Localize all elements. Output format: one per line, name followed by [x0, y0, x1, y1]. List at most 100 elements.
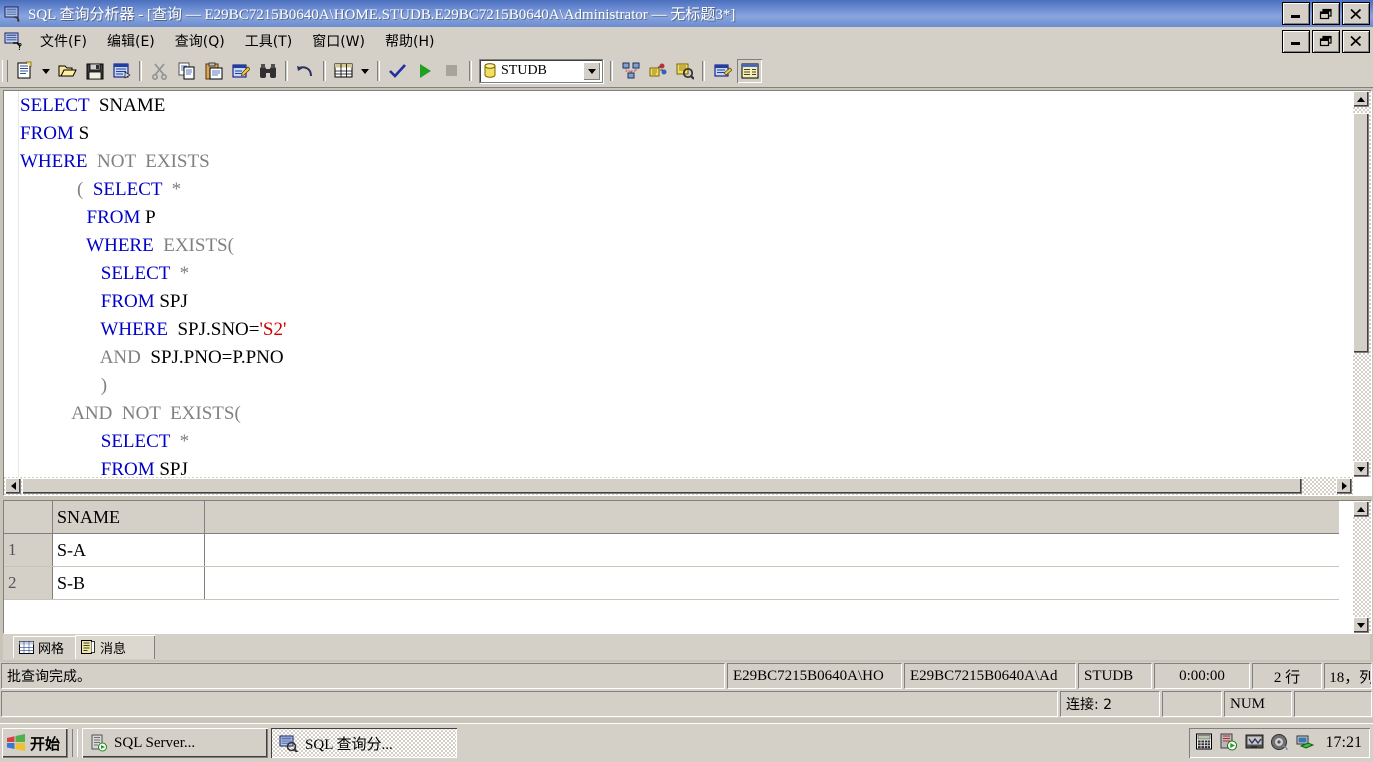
close-button[interactable]	[1342, 2, 1370, 25]
scroll-right-arrow-icon[interactable]	[1336, 478, 1352, 494]
object-search-icon[interactable]	[737, 59, 762, 83]
results-vertical-scrollbar[interactable]	[1353, 501, 1371, 633]
mdi-restore-button[interactable]	[1312, 29, 1340, 53]
database-selected-value: STUDB	[501, 63, 547, 78]
play-green-icon[interactable]	[412, 59, 437, 83]
results-mode-dropdown-chevron-down-icon[interactable]	[358, 59, 372, 83]
sql-token: *	[179, 431, 190, 452]
row-number-cell[interactable]: 2	[4, 566, 53, 600]
sql-token: WHERE	[20, 151, 88, 172]
results-grid-icon[interactable]	[331, 59, 356, 83]
execution-plan-icon[interactable]	[618, 59, 643, 83]
toolbar-separator	[139, 61, 142, 81]
svg-text:?: ?	[17, 42, 22, 51]
tab-grid-label: 网格	[38, 641, 65, 657]
results-scroll-up-arrow-icon[interactable]	[1353, 501, 1369, 517]
undo-arrow-icon[interactable]	[293, 59, 318, 83]
new-query-dropdown-chevron-down-icon[interactable]	[39, 59, 53, 83]
status-caps-indicator	[1162, 691, 1222, 717]
toolbar-separator	[702, 61, 705, 81]
window-title: SQL 查询分析器 - [查询 — E29BC7215B0640A\HOME.S…	[28, 7, 736, 23]
sql-token: SELECT	[20, 95, 90, 116]
desktop: SQL 查询分析器 - [查询 — E29BC7215B0640A\HOME.S…	[0, 0, 1373, 762]
sql-line: WHERE EXISTS(	[20, 232, 1351, 260]
database-combobox[interactable]: STUDB	[479, 59, 603, 83]
minimize-button[interactable]	[1282, 2, 1310, 25]
sql-token: AND NOT EXISTS(	[71, 403, 241, 424]
results-scroll-down-arrow-icon[interactable]	[1353, 617, 1369, 633]
new-query-icon[interactable]	[12, 59, 37, 83]
clear-window-icon[interactable]	[228, 59, 253, 83]
status-connections: 连接: 2	[1060, 691, 1160, 717]
editor-vertical-scrollbar[interactable]	[1353, 91, 1371, 477]
check-mark-icon[interactable]	[385, 59, 410, 83]
editor-scroll-thumb[interactable]	[1353, 113, 1369, 353]
mdi-close-button[interactable]	[1342, 29, 1370, 53]
result-cell-sname[interactable]: S-B	[52, 566, 205, 600]
object-browser-icon[interactable]	[710, 59, 735, 83]
paste-icon[interactable]	[201, 59, 226, 83]
sql-editor-pane[interactable]: SELECT SNAME FROM S WHERE NOT EXISTS ( SEL…	[3, 90, 1372, 496]
taskbar-separator	[72, 729, 79, 757]
sql-token: SPJ.PNO=P.PNO	[140, 347, 284, 368]
results-grid[interactable]: SNAME 1 S-A 2 S-B	[4, 501, 1352, 633]
column-header-filler	[204, 501, 1339, 534]
sql-token: WHERE	[86, 235, 154, 256]
scroll-up-arrow-icon[interactable]	[1353, 91, 1369, 107]
results-grid-pane[interactable]: SNAME 1 S-A 2 S-B	[3, 500, 1372, 634]
mdi-minimize-button[interactable]	[1282, 29, 1310, 53]
stop-square-icon[interactable]	[439, 59, 464, 83]
scroll-left-arrow-icon[interactable]	[5, 478, 21, 494]
server-trace-icon[interactable]	[672, 59, 697, 83]
result-cell-sname[interactable]: S-A	[52, 533, 205, 567]
window-title-bar[interactable]: SQL 查询分析器 - [查询 — E29BC7215B0640A\HOME.S…	[0, 0, 1373, 27]
index-wizard-icon[interactable]	[645, 59, 670, 83]
tab-messages[interactable]: 消息	[75, 635, 155, 659]
database-dropdown-chevron-down-icon[interactable]	[583, 62, 600, 80]
cd-media-icon[interactable]	[1270, 733, 1290, 753]
restore-button[interactable]	[1312, 2, 1340, 25]
sql-token: FROM	[86, 207, 141, 228]
save-disk-icon[interactable]	[82, 59, 107, 83]
copy-icon[interactable]	[174, 59, 199, 83]
sql-editor-surface[interactable]: SELECT SNAME FROM S WHERE NOT EXISTS ( SEL…	[4, 91, 1371, 495]
sql-code-text[interactable]: SELECT SNAME FROM S WHERE NOT EXISTS ( SEL…	[20, 92, 1351, 495]
toolbar-grip[interactable]	[2, 60, 8, 82]
tab-messages-label: 消息	[100, 641, 127, 657]
menu-help[interactable]: 帮助(H)	[375, 28, 444, 54]
taskbar-item-sql-query-analyzer[interactable]: SQL 查询分...	[271, 728, 457, 758]
table-row[interactable]: 1 S-A	[4, 533, 1339, 567]
open-folder-icon[interactable]	[55, 59, 80, 83]
sql-line: WHERE NOT EXISTS	[20, 148, 1351, 176]
taskbar-clock[interactable]: 17:21	[1326, 734, 1362, 752]
menu-file[interactable]: 文件(F)	[30, 28, 97, 54]
sql-token: WHERE	[100, 319, 168, 340]
editor-hscroll-thumb[interactable]	[22, 478, 1302, 494]
mdi-document-icon[interactable]: ?	[4, 31, 24, 51]
column-header-sname[interactable]: SNAME	[52, 501, 205, 534]
vmware-tools-icon[interactable]	[1245, 733, 1265, 753]
menu-tools[interactable]: 工具(T)	[235, 28, 302, 54]
menu-window[interactable]: 窗口(W)	[302, 28, 375, 54]
table-row[interactable]: 2 S-B	[4, 566, 1339, 600]
start-button[interactable]: 开始	[2, 728, 69, 758]
editor-horizontal-scrollbar[interactable]	[4, 477, 1353, 495]
sql-token: P	[140, 207, 156, 228]
result-cell-filler	[204, 566, 1339, 600]
scroll-down-arrow-icon[interactable]	[1353, 461, 1369, 477]
network-icon[interactable]	[1295, 733, 1315, 753]
calculator-icon[interactable]	[1195, 733, 1215, 753]
insert-template-icon[interactable]	[109, 59, 134, 83]
taskbar-item-sql-server[interactable]: SQL Server...	[82, 728, 269, 758]
menu-edit[interactable]: 编辑(E)	[97, 28, 165, 54]
menu-query[interactable]: 查询(Q)	[165, 28, 235, 54]
sql-server-service-manager-icon[interactable]	[1220, 733, 1240, 753]
row-number-cell[interactable]: 1	[4, 533, 53, 567]
grid-select-all-corner[interactable]	[4, 501, 53, 534]
binoculars-icon[interactable]	[255, 59, 280, 83]
scissors-icon[interactable]	[147, 59, 172, 83]
